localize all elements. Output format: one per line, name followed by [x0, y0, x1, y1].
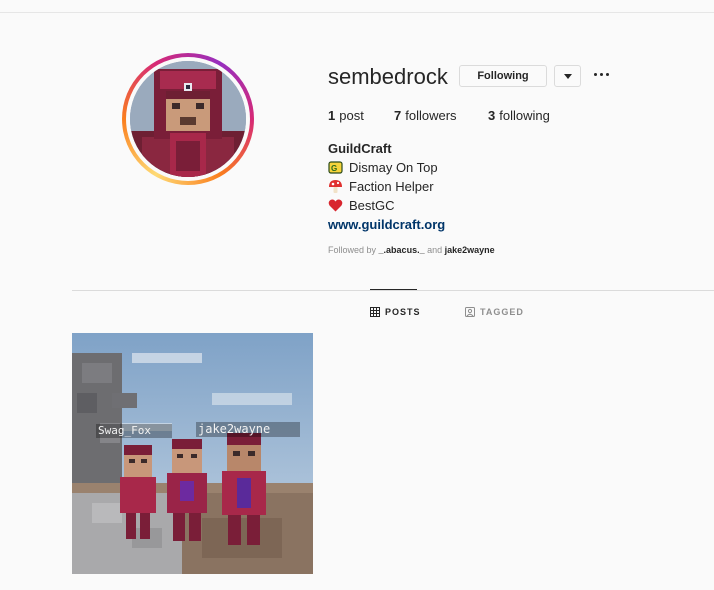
- bio-text-2: Faction Helper: [349, 179, 434, 194]
- more-options-icon[interactable]: [594, 73, 610, 77]
- tab-posts-label: POSTS: [385, 307, 421, 317]
- posts-count-stat: 1 post: [328, 108, 364, 123]
- profile-website-link[interactable]: www.guildcraft.org: [328, 217, 445, 232]
- top-divider: [0, 12, 714, 13]
- tab-tagged[interactable]: TAGGED: [465, 307, 524, 317]
- profile-avatar-story-ring[interactable]: [122, 53, 254, 185]
- post-thumbnail[interactable]: Swag_Fox jake2wayne: [72, 333, 313, 574]
- bio-line-1: G Dismay On Top: [328, 160, 438, 175]
- bio-line-2: Faction Helper: [328, 179, 434, 194]
- svg-text:G: G: [331, 164, 337, 173]
- heart-icon: [328, 198, 343, 213]
- bio-line-3: BestGC: [328, 198, 395, 213]
- posts-count: 1: [328, 108, 336, 123]
- active-tab-indicator: [370, 289, 417, 290]
- tag-icon: [465, 307, 475, 317]
- guild-badge-icon: G: [328, 160, 343, 175]
- posts-label: post: [339, 108, 364, 123]
- followed-by-and: and: [427, 245, 443, 255]
- following-count: 3: [488, 108, 496, 123]
- avatar: [130, 61, 246, 177]
- tab-tagged-label: TAGGED: [480, 307, 524, 317]
- followers-count: 7: [394, 108, 402, 123]
- followed-by-user-1[interactable]: _.abacus._: [379, 245, 425, 255]
- followers-label: followers: [405, 108, 457, 123]
- followed-by-text: Followed by _.abacus._ and jake2wayne: [328, 245, 495, 255]
- post-image: [72, 333, 313, 574]
- following-label: following: [499, 108, 550, 123]
- bio-text-3: BestGC: [349, 198, 395, 213]
- tab-posts[interactable]: POSTS: [370, 307, 421, 317]
- avatar-gap: [126, 57, 250, 181]
- following-link[interactable]: 3 following: [488, 108, 550, 123]
- tabs-divider: [72, 290, 714, 291]
- mushroom-icon: [328, 179, 343, 194]
- nametag-swag-fox: Swag_Fox: [98, 424, 151, 437]
- minecraft-skin-avatar-image: [130, 61, 246, 177]
- grid-icon: [370, 307, 380, 317]
- profile-username: sembedrock: [328, 64, 448, 89]
- profile-full-name: GuildCraft: [328, 141, 392, 156]
- suggested-dropdown-button[interactable]: [554, 65, 581, 87]
- nametag-jake2wayne: jake2wayne: [198, 422, 271, 436]
- chevron-down-icon: [564, 74, 572, 79]
- followed-by-prefix: Followed by: [328, 245, 377, 255]
- following-button[interactable]: Following: [459, 65, 547, 87]
- followed-by-user-2[interactable]: jake2wayne: [445, 245, 495, 255]
- bio-text-1: Dismay On Top: [349, 160, 438, 175]
- followers-link[interactable]: 7 followers: [394, 108, 457, 123]
